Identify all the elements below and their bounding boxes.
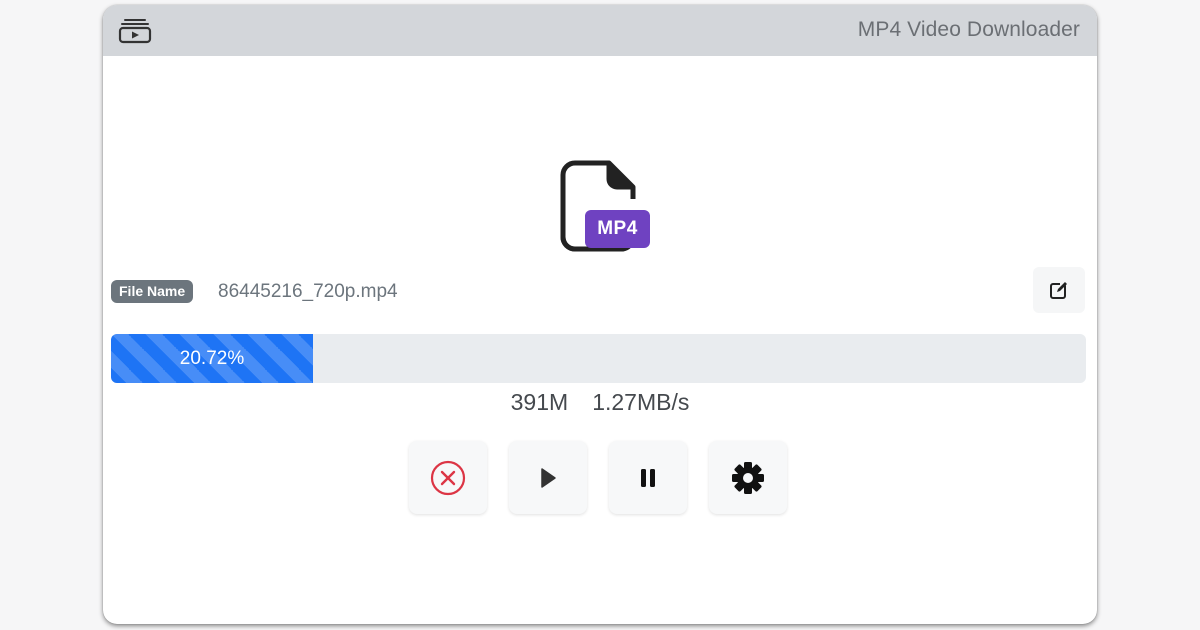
play-icon <box>541 467 556 488</box>
filename-label: File Name <box>111 280 194 303</box>
download-progress-bar: 20.72% <box>111 334 1086 383</box>
progress-percent-label: 20.72% <box>179 348 245 369</box>
edit-icon <box>1050 282 1069 299</box>
window-title: MP4 Video Downloader <box>857 18 1080 41</box>
edit-filename-button[interactable] <box>1033 267 1085 313</box>
title-bar: MP4 Video Downloader <box>103 5 1097 56</box>
video-library-icon <box>118 19 152 44</box>
pause-button[interactable] <box>609 441 687 514</box>
filename-value: 86445216_720p.mp4 <box>218 281 398 302</box>
gear-icon <box>732 461 764 494</box>
settings-button[interactable] <box>709 441 787 514</box>
downloaded-size: 391M <box>510 389 569 415</box>
download-speed: 1.27MB/s <box>592 389 690 415</box>
pause-icon <box>641 468 655 487</box>
close-circle-icon <box>430 460 466 495</box>
downloader-window: MP4 Video Downloader MP4 File Name 86445… <box>103 5 1097 624</box>
download-stats: 391M 1.27MB/s <box>103 389 1097 416</box>
resume-button[interactable] <box>509 441 587 514</box>
cancel-button[interactable] <box>409 441 487 514</box>
file-type-badge: MP4 <box>585 210 650 248</box>
